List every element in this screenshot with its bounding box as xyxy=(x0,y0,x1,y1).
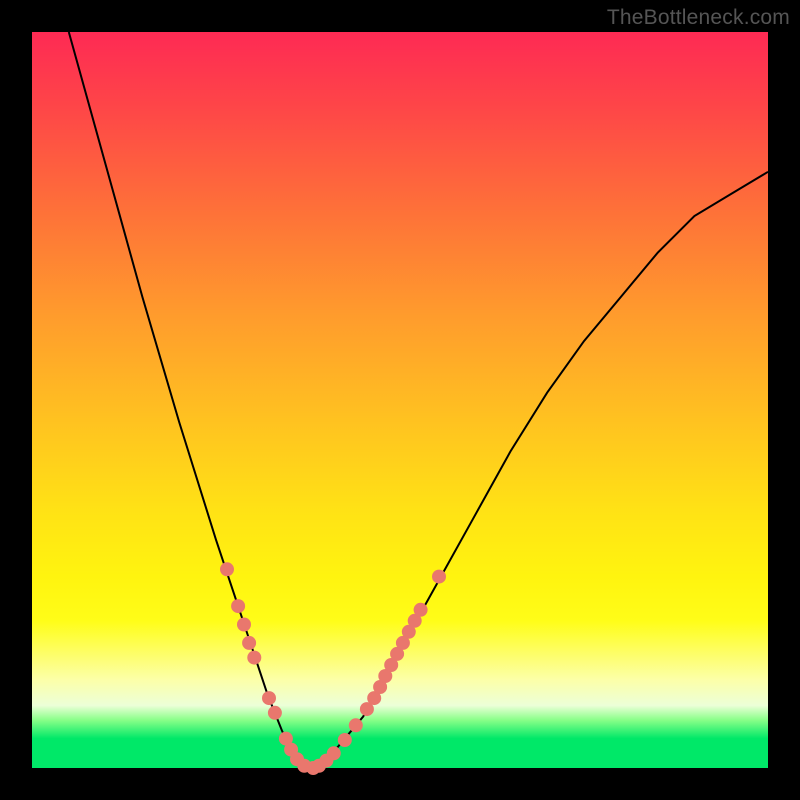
highlight-point xyxy=(414,603,428,617)
highlight-point xyxy=(242,636,256,650)
highlight-point xyxy=(327,746,341,760)
highlight-point xyxy=(268,706,282,720)
highlight-point xyxy=(338,733,352,747)
highlight-point xyxy=(237,618,251,632)
watermark-text: TheBottleneck.com xyxy=(607,6,790,30)
highlight-point xyxy=(432,570,446,584)
plot-area xyxy=(32,32,768,768)
highlight-point xyxy=(231,599,245,613)
bottleneck-curve xyxy=(69,32,768,768)
curve-svg xyxy=(32,32,768,768)
highlight-point xyxy=(247,651,261,665)
highlight-point xyxy=(262,691,276,705)
highlight-point xyxy=(349,718,363,732)
chart-frame: TheBottleneck.com xyxy=(0,0,800,800)
highlight-point xyxy=(220,562,234,576)
